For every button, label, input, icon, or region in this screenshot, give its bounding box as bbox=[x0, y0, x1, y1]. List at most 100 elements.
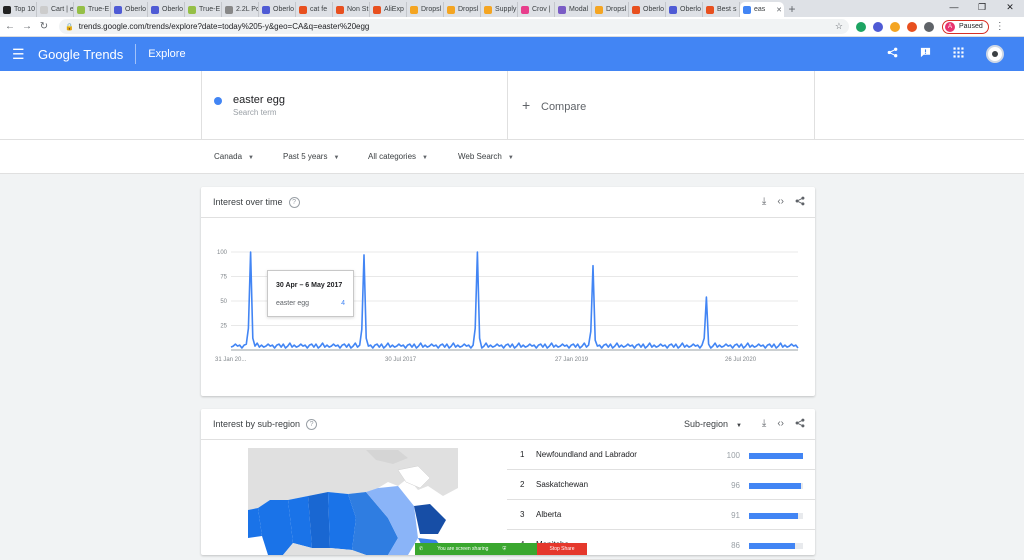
browser-tab[interactable]: Oberlo bbox=[111, 2, 148, 17]
subregion-title: Interest by sub-region bbox=[213, 419, 300, 429]
browser-tab[interactable]: cat fe bbox=[296, 2, 333, 17]
shield-icon: ⛨ bbox=[502, 546, 506, 552]
subregion-bar bbox=[749, 483, 801, 489]
screen-share-bar: ✆ You are screen sharing ⛨ Stop Share bbox=[415, 543, 587, 555]
subregion-bar bbox=[749, 543, 795, 549]
browser-tab[interactable]: Cart | e bbox=[37, 2, 74, 17]
browser-tab[interactable]: Oberlo bbox=[148, 2, 185, 17]
forward-icon[interactable]: → bbox=[20, 21, 34, 32]
close-tab-icon[interactable]: ✕ bbox=[776, 6, 782, 14]
download-icon[interactable]: ⤓ bbox=[762, 418, 766, 431]
feedback-icon[interactable] bbox=[920, 47, 931, 61]
search-term-name[interactable]: easter egg bbox=[233, 94, 285, 106]
filter-search-type[interactable]: Web Search▼ bbox=[458, 152, 514, 161]
tab-favicon-icon bbox=[632, 6, 640, 14]
browser-tab[interactable]: Modal bbox=[555, 2, 592, 17]
dropdown-caret-icon: ▼ bbox=[248, 155, 254, 161]
browser-tab[interactable]: True-E bbox=[185, 2, 222, 17]
tab-title: Dropsl bbox=[606, 6, 626, 13]
tab-favicon-icon bbox=[521, 6, 529, 14]
subregion-row[interactable]: 2Saskatchewan96 bbox=[507, 470, 815, 500]
browser-tab[interactable]: 2.2L Pc bbox=[222, 2, 259, 17]
new-tab-button[interactable]: + bbox=[784, 2, 800, 17]
browser-tab[interactable]: Best s bbox=[703, 2, 740, 17]
embed-code-icon[interactable]: ‹› bbox=[777, 196, 784, 209]
tab-title: True-E bbox=[88, 6, 109, 13]
extension-icon[interactable] bbox=[907, 22, 917, 32]
browser-tab[interactable]: Dropsl bbox=[407, 2, 444, 17]
browser-tab[interactable]: Oberlo bbox=[259, 2, 296, 17]
x-tick-label: 27 Jan 2019 bbox=[555, 357, 589, 363]
minimize-button[interactable]: — bbox=[940, 0, 968, 17]
help-icon[interactable]: ? bbox=[306, 419, 317, 430]
extension-icon[interactable] bbox=[873, 22, 883, 32]
subregion-rank: 2 bbox=[520, 480, 524, 489]
browser-tab[interactable]: Crov | bbox=[518, 2, 555, 17]
tab-title: True-E bbox=[199, 6, 220, 13]
canada-region-map[interactable] bbox=[248, 448, 458, 555]
filter-region[interactable]: Canada ▼ bbox=[214, 152, 254, 161]
tab-title: Supply bbox=[495, 6, 516, 13]
extension-icon[interactable] bbox=[856, 22, 866, 32]
help-icon[interactable]: ? bbox=[289, 197, 300, 208]
filter-time-label: Past 5 years bbox=[283, 152, 327, 161]
compare-label: Compare bbox=[541, 101, 586, 113]
profile-avatar: A bbox=[945, 22, 955, 32]
page-title: Explore bbox=[148, 48, 185, 60]
stop-share-button[interactable]: Stop Share bbox=[537, 543, 587, 555]
screen-share-message: You are screen sharing bbox=[437, 546, 488, 552]
address-bar[interactable]: 🔒 trends.google.com/trends/explore?date=… bbox=[59, 19, 849, 34]
tab-favicon-icon bbox=[410, 6, 418, 14]
share-icon[interactable] bbox=[795, 196, 805, 209]
tab-title: 2.2L Pc bbox=[236, 6, 259, 13]
browser-tab[interactable]: Dropsl bbox=[444, 2, 481, 17]
interest-over-time-title: Interest over time bbox=[213, 197, 283, 207]
apps-grid-icon[interactable] bbox=[953, 47, 964, 61]
share-icon[interactable] bbox=[795, 418, 805, 431]
filter-category[interactable]: All categories▼ bbox=[368, 152, 428, 161]
x-tick-label: 31 Jan 20... bbox=[215, 357, 247, 363]
extensions-puzzle-icon[interactable] bbox=[924, 22, 934, 32]
browser-tab[interactable]: Oberlo bbox=[666, 2, 703, 17]
bookmark-star-icon[interactable]: ☆ bbox=[835, 21, 843, 32]
browser-tab[interactable]: Oberlo bbox=[629, 2, 666, 17]
reload-icon[interactable]: ↻ bbox=[37, 21, 51, 32]
tooltip-term: easter egg bbox=[276, 300, 309, 307]
tab-title: eas bbox=[754, 6, 765, 13]
browser-tab[interactable]: AliExp bbox=[370, 2, 407, 17]
tab-favicon-icon bbox=[151, 6, 159, 14]
back-icon[interactable]: ← bbox=[3, 21, 17, 32]
browser-tab[interactable]: Non St bbox=[333, 2, 370, 17]
extension-icon[interactable] bbox=[890, 22, 900, 32]
y-tick-label: 50 bbox=[220, 299, 227, 305]
compare-button[interactable]: + Compare bbox=[508, 71, 815, 140]
filter-region-label: Canada bbox=[214, 152, 242, 161]
hamburger-menu-icon[interactable]: ☰ bbox=[12, 46, 28, 63]
x-tick-label: 26 Jul 2020 bbox=[725, 357, 757, 363]
browser-tab[interactable]: Dropsl bbox=[592, 2, 629, 17]
search-term-sublabel: Search term bbox=[233, 108, 277, 117]
browser-menu-icon[interactable]: ⋮ bbox=[995, 21, 1005, 32]
subregion-select[interactable]: Sub-region▼ bbox=[684, 419, 742, 429]
subregion-row[interactable]: 1Newfoundland and Labrador100 bbox=[507, 440, 815, 470]
account-avatar[interactable] bbox=[986, 45, 1004, 63]
browser-tab[interactable]: Supply bbox=[481, 2, 518, 17]
tab-favicon-icon bbox=[262, 6, 270, 14]
embed-code-icon[interactable]: ‹› bbox=[777, 418, 784, 431]
browser-tab[interactable]: Top 10 bbox=[0, 2, 37, 17]
tab-title: Dropsl bbox=[458, 6, 478, 13]
browser-tab[interactable]: True-E bbox=[74, 2, 111, 17]
profile-button[interactable]: A Paused bbox=[942, 20, 989, 34]
filter-time-range[interactable]: Past 5 years▼ bbox=[283, 152, 339, 161]
google-trends-logo[interactable]: Google Trends bbox=[38, 47, 123, 62]
x-tick-label: 30 Jul 2017 bbox=[385, 357, 417, 363]
close-window-button[interactable]: ✕ bbox=[996, 0, 1024, 17]
url-text: trends.google.com/trends/explore?date=to… bbox=[79, 22, 370, 31]
download-icon[interactable]: ⤓ bbox=[762, 196, 766, 209]
maximize-button[interactable]: ❐ bbox=[968, 0, 996, 17]
search-term-card[interactable]: easter egg Search term bbox=[201, 71, 508, 140]
tab-favicon-icon bbox=[484, 6, 492, 14]
share-icon[interactable] bbox=[887, 47, 898, 61]
browser-tab[interactable]: eas ✕ bbox=[740, 2, 784, 17]
subregion-row[interactable]: 3Alberta91 bbox=[507, 500, 815, 530]
